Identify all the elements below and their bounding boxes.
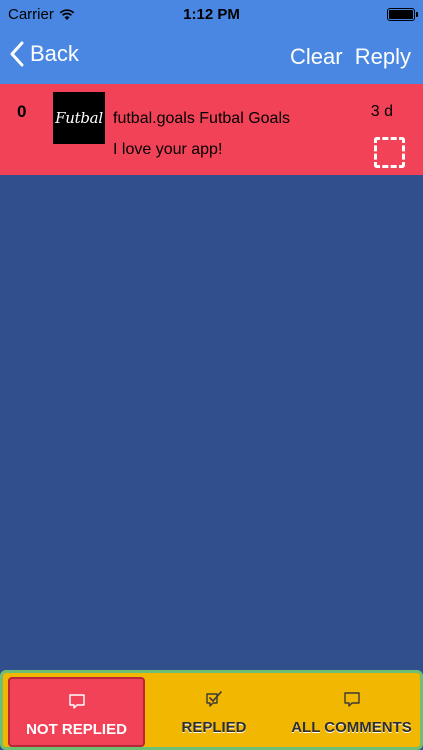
select-checkbox[interactable] — [374, 137, 405, 168]
checked-bubble-icon — [206, 691, 222, 707]
navigation-bar: Back Clear Reply — [0, 29, 423, 84]
status-time: 1:12 PM — [183, 6, 240, 23]
comment-row[interactable]: 0 Futbal futbal.goals Futbal Goals I lov… — [0, 84, 423, 175]
avatar: Futbal — [53, 92, 105, 144]
tab-all-comments[interactable]: ALL COMMENTS — [282, 677, 421, 747]
tab-not-replied-label: NOT REPLIED — [26, 721, 127, 738]
chevron-left-icon — [10, 41, 24, 67]
tab-all-comments-label: ALL COMMENTS — [291, 719, 412, 736]
back-button[interactable]: Back — [10, 41, 79, 67]
speech-bubble-icon — [343, 692, 360, 707]
tab-bar: NOT REPLIED REPLIED ALL COMMENTS — [0, 670, 423, 750]
reply-count: 0 — [17, 102, 27, 121]
status-bar: Carrier 1:12 PM — [0, 0, 423, 29]
reply-button[interactable]: Reply — [355, 44, 411, 70]
comment-user: futbal.goals Futbal Goals — [113, 110, 290, 127]
comment-age: 3 d — [370, 103, 393, 120]
tab-replied[interactable]: REPLIED — [146, 677, 282, 747]
tab-not-replied[interactable]: NOT REPLIED — [8, 677, 145, 747]
back-label: Back — [30, 41, 79, 66]
clear-button[interactable]: Clear — [290, 44, 343, 70]
battery-icon — [387, 8, 418, 21]
comment-text: I love your app! — [113, 141, 223, 158]
tab-replied-label: REPLIED — [181, 719, 247, 736]
speech-bubble-icon — [68, 694, 85, 709]
